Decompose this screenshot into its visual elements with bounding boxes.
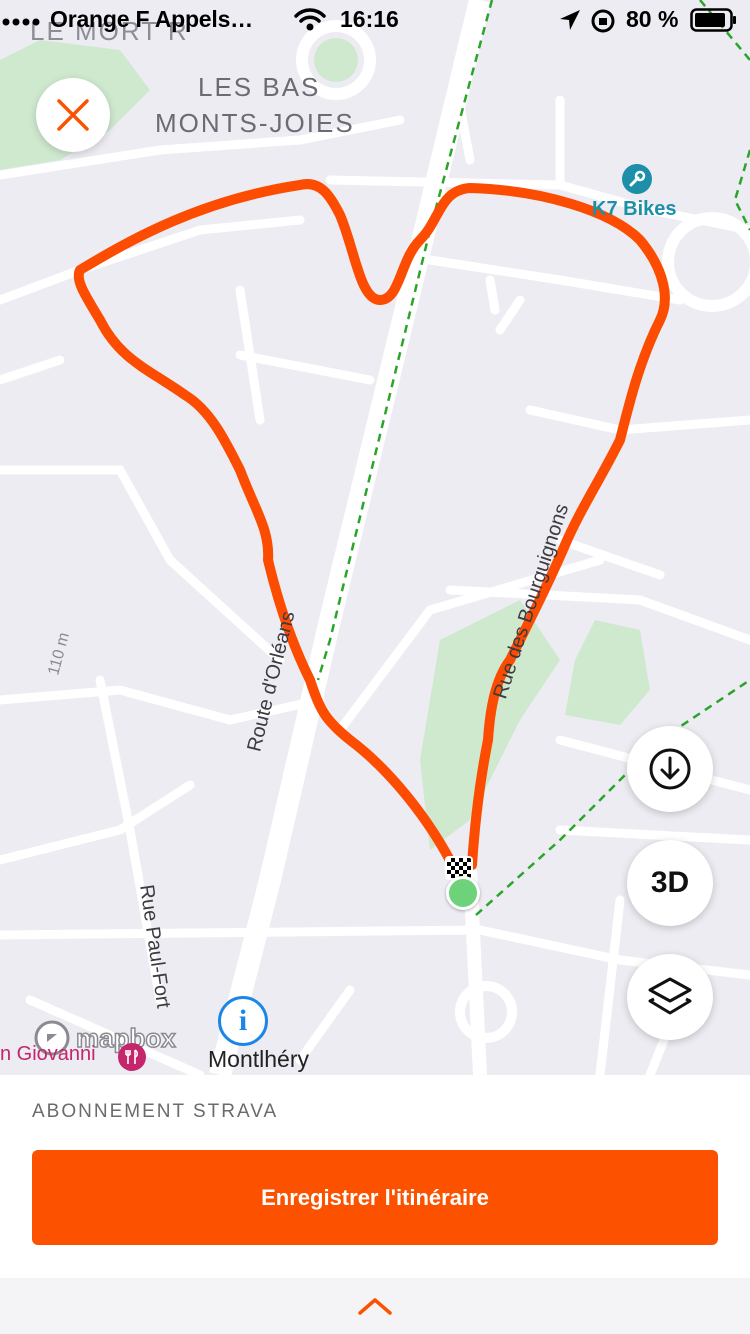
status-bar: Orange F Appels… 16:16 80 % xyxy=(0,0,750,44)
close-icon xyxy=(57,99,89,131)
map-view[interactable]: LE MORT R LES BAS MONTS-JOIES K7 Bikes R… xyxy=(0,0,750,1075)
layers-button[interactable] xyxy=(627,954,713,1040)
info-icon[interactable]: i xyxy=(218,996,268,1046)
restaurant-icon[interactable] xyxy=(118,1043,146,1071)
drawer-handle[interactable] xyxy=(0,1278,750,1334)
rotation-lock-icon xyxy=(591,9,615,33)
wifi-icon xyxy=(294,8,326,31)
location-arrow-icon xyxy=(560,10,580,30)
subscription-label: ABONNEMENT STRAVA xyxy=(32,1101,279,1122)
start-marker-icon xyxy=(446,876,480,910)
clock-time: 16:16 xyxy=(340,6,399,32)
place-label-montlhery: Montlhéry xyxy=(208,1046,309,1072)
close-button[interactable] xyxy=(36,78,110,152)
wrench-icon[interactable] xyxy=(622,164,652,194)
save-route-button[interactable]: Enregistrer l'itinéraire xyxy=(32,1150,718,1245)
chevron-up-icon[interactable] xyxy=(357,1296,393,1316)
map-label-district-line1: LES BAS xyxy=(198,72,321,102)
3d-button[interactable]: 3D xyxy=(627,840,713,926)
layers-icon xyxy=(648,977,692,1015)
carrier-label: Orange F Appels… xyxy=(50,6,253,32)
battery-percent: 80 % xyxy=(626,6,679,32)
map-label-district-line2: MONTS-JOIES xyxy=(155,108,355,138)
download-icon xyxy=(649,748,691,790)
poi-label-bikes[interactable]: K7 Bikes xyxy=(592,198,677,221)
poi-label-restaurant[interactable]: n Giovanni xyxy=(0,1043,96,1066)
bottom-panel: ABONNEMENT STRAVA Enregistrer l'itinérai… xyxy=(0,1075,750,1334)
map-base xyxy=(0,0,750,1075)
signal-icon xyxy=(2,18,40,26)
download-button[interactable] xyxy=(627,726,713,812)
battery-icon xyxy=(690,8,736,32)
